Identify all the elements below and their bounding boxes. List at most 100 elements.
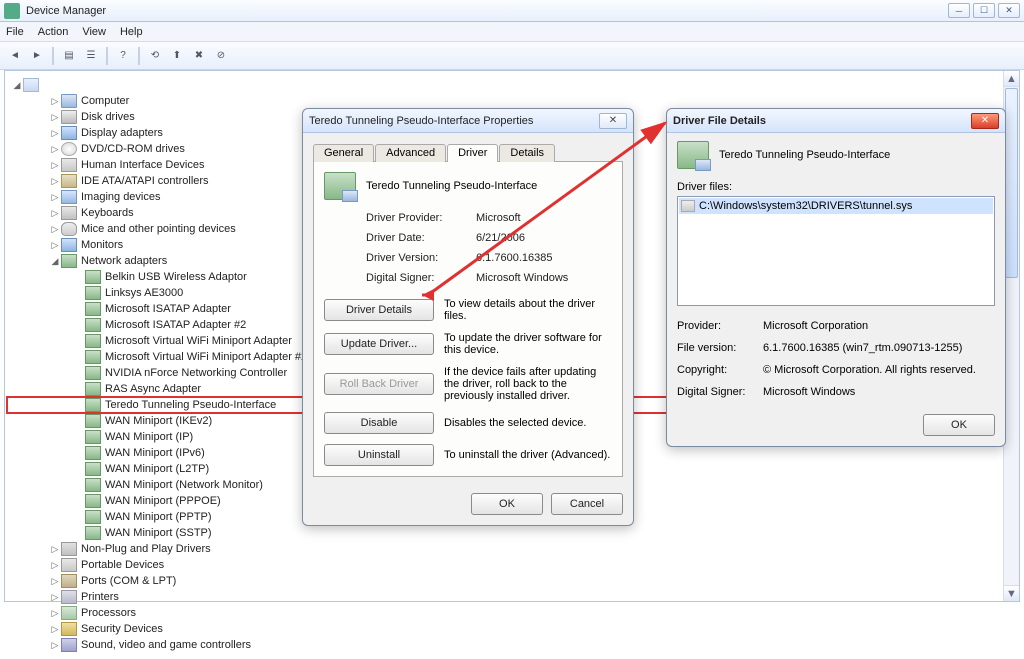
expand-icon[interactable]: ▷ [49, 592, 61, 603]
tree-item-label: Keyboards [81, 207, 134, 219]
tree-item[interactable]: ▷ Processors [7, 605, 1017, 621]
ok-button[interactable]: OK [923, 414, 995, 436]
titlebar: Device Manager ─ ☐ ✕ [0, 0, 1024, 22]
driver-file-details-dialog: Driver File Details ✕ Teredo Tunneling P… [666, 108, 1006, 447]
maximize-button[interactable]: ☐ [973, 3, 995, 18]
expand-icon[interactable]: ▷ [49, 208, 61, 219]
menu-help[interactable]: Help [120, 26, 143, 38]
device-icon [61, 126, 77, 140]
tab-strip: General Advanced Driver Details [313, 143, 623, 161]
tree-item[interactable]: ▷ Computer [7, 93, 1017, 109]
forward-icon[interactable]: ► [28, 47, 46, 65]
tree-item[interactable]: ▷Security Devices [7, 621, 1017, 637]
tree-item-label: Sound, video and game controllers [81, 639, 251, 651]
tree-item-label: Belkin USB Wireless Adaptor [105, 271, 247, 283]
expand-icon[interactable]: ▷ [49, 112, 61, 123]
file-item[interactable]: C:\Windows\system32\DRIVERS\tunnel.sys [679, 198, 993, 214]
expand-icon[interactable]: ◢ [11, 80, 23, 91]
close-button[interactable]: ✕ [998, 3, 1020, 18]
help-icon[interactable]: ? [114, 47, 132, 65]
tree-item-label: Processors [81, 607, 136, 619]
tree-item[interactable]: ▷ Printers [7, 589, 1017, 605]
tree-item-label: WAN Miniport (SSTP) [105, 527, 212, 539]
tree-item-label: WAN Miniport (IPv6) [105, 447, 205, 459]
driver-details-button[interactable]: Driver Details [324, 299, 434, 321]
device-icon [61, 110, 77, 124]
back-icon[interactable]: ◄ [6, 47, 24, 65]
expand-icon[interactable]: ▷ [49, 544, 61, 555]
expand-icon[interactable]: ▷ [49, 224, 61, 235]
tree-item[interactable]: ▷ Ports (COM & LPT) [7, 573, 1017, 589]
tree-item-label: Printers [81, 591, 119, 603]
device-icon [61, 254, 77, 268]
tree-item-label: Ports (COM & LPT) [81, 575, 176, 587]
tree-item[interactable]: WAN Miniport (SSTP) [7, 525, 1017, 541]
expand-icon[interactable]: ▷ [49, 144, 61, 155]
tree-item-label: NVIDIA nForce Networking Controller [105, 367, 287, 379]
expand-icon[interactable]: ▷ [49, 96, 61, 107]
provider-value: Microsoft Corporation [763, 320, 995, 332]
expand-icon[interactable]: ▷ [49, 240, 61, 251]
device-icon [85, 414, 101, 428]
properties-icon[interactable]: ☰ [82, 47, 100, 65]
computer-icon [23, 78, 39, 92]
uninstall-button[interactable]: Uninstall [324, 444, 434, 466]
cancel-button[interactable]: Cancel [551, 493, 623, 515]
properties-dialog: Teredo Tunneling Pseudo-Interface Proper… [302, 108, 634, 526]
device-icon [85, 334, 101, 348]
rollback-driver-button[interactable]: Roll Back Driver [324, 373, 434, 395]
dialog-titlebar[interactable]: Teredo Tunneling Pseudo-Interface Proper… [303, 109, 633, 133]
close-icon[interactable]: ✕ [971, 113, 999, 129]
device-icon [85, 286, 101, 300]
close-icon[interactable]: ✕ [599, 113, 627, 129]
device-icon [85, 302, 101, 316]
scroll-thumb[interactable] [1005, 88, 1018, 278]
scroll-down-icon[interactable]: ▼ [1004, 585, 1019, 601]
expand-icon[interactable]: ▷ [49, 160, 61, 171]
expand-icon[interactable]: ▷ [49, 192, 61, 203]
menu-action[interactable]: Action [38, 26, 69, 38]
expand-icon[interactable]: ▷ [49, 576, 61, 587]
update-icon[interactable]: ⬆ [168, 47, 186, 65]
tab-details[interactable]: Details [499, 144, 555, 162]
tree-item[interactable]: ▷Portable Devices [7, 557, 1017, 573]
tab-driver[interactable]: Driver [447, 144, 498, 162]
tree-root[interactable]: ◢ [7, 77, 1017, 93]
tab-panel-driver: Teredo Tunneling Pseudo-Interface Driver… [313, 161, 623, 477]
scroll-up-icon[interactable]: ▲ [1004, 71, 1019, 87]
update-driver-button[interactable]: Update Driver... [324, 333, 434, 355]
driver-files-list[interactable]: C:\Windows\system32\DRIVERS\tunnel.sys [677, 196, 995, 306]
window-buttons: ─ ☐ ✕ [948, 3, 1020, 18]
show-hidden-icon[interactable]: ▤ [60, 47, 78, 65]
menu-file[interactable]: File [6, 26, 24, 38]
expand-icon[interactable]: ▷ [49, 176, 61, 187]
tree-item-label: Computer [81, 95, 129, 107]
file-version-value: 6.1.7600.16385 (win7_rtm.090713-1255) [763, 342, 995, 354]
tree-item[interactable]: ▷Non-Plug and Play Drivers [7, 541, 1017, 557]
expand-icon[interactable]: ▷ [49, 128, 61, 139]
device-icon [677, 141, 709, 169]
rollback-driver-desc: If the device fails after updating the d… [444, 366, 612, 402]
tree-item-label: Microsoft Virtual WiFi Miniport Adapter … [105, 351, 307, 363]
tree-item[interactable]: ▷ Sound, video and game controllers [7, 637, 1017, 653]
expand-icon[interactable]: ▷ [49, 608, 61, 619]
expand-icon[interactable]: ◢ [49, 256, 61, 267]
disable-icon[interactable]: ⊘ [212, 47, 230, 65]
device-icon [61, 574, 77, 588]
expand-icon[interactable]: ▷ [49, 640, 61, 651]
provider-label: Provider: [677, 320, 763, 332]
file-version-label: File version: [677, 342, 763, 354]
tab-general[interactable]: General [313, 144, 374, 162]
expand-icon[interactable]: ▷ [49, 560, 61, 571]
menu-view[interactable]: View [82, 26, 106, 38]
minimize-button[interactable]: ─ [948, 3, 970, 18]
device-icon [85, 494, 101, 508]
expand-icon[interactable]: ▷ [49, 624, 61, 635]
scan-icon[interactable]: ⟲ [146, 47, 164, 65]
dialog-titlebar[interactable]: Driver File Details ✕ [667, 109, 1005, 133]
uninstall-icon[interactable]: ✖ [190, 47, 208, 65]
tab-advanced[interactable]: Advanced [375, 144, 446, 162]
ok-button[interactable]: OK [471, 493, 543, 515]
disable-button[interactable]: Disable [324, 412, 434, 434]
device-icon [85, 398, 101, 412]
